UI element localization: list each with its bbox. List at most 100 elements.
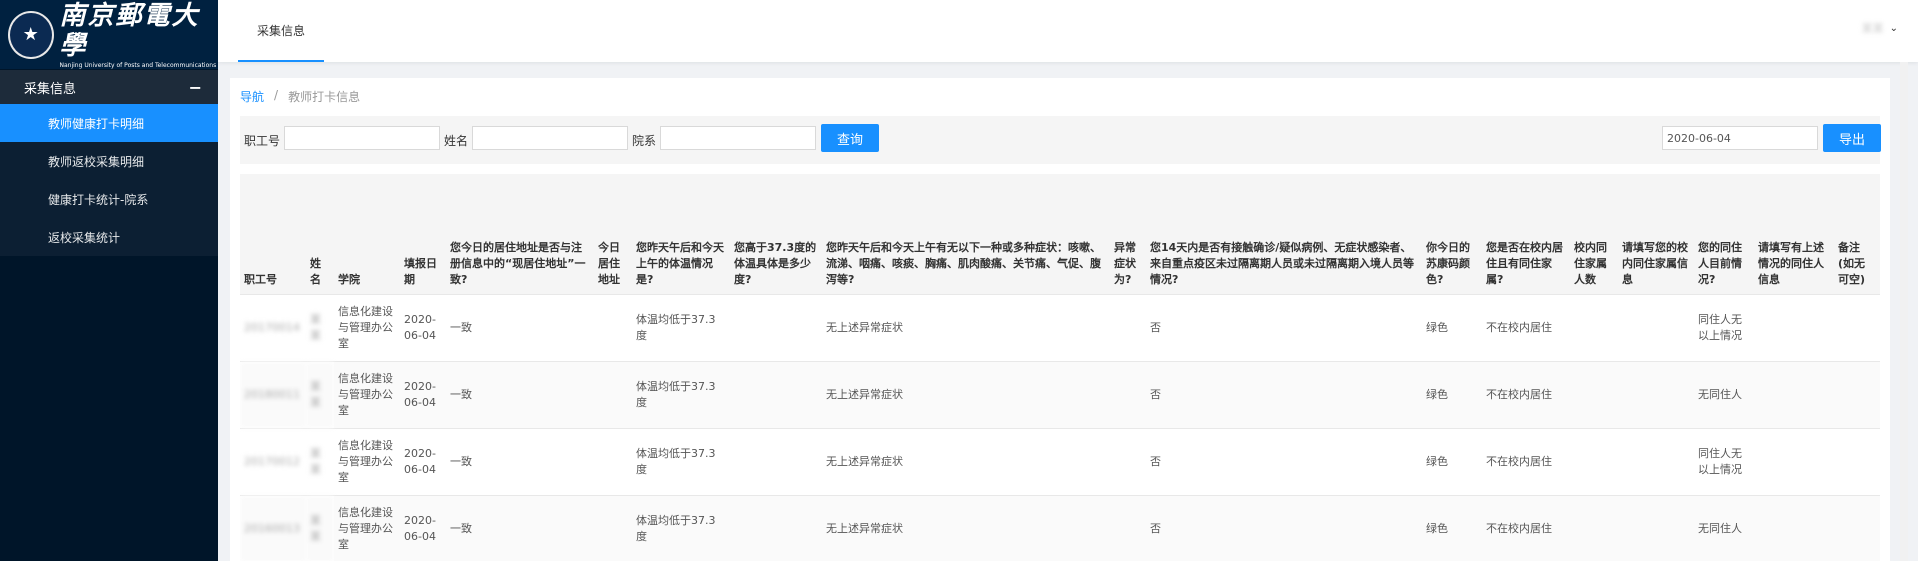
table-cell: 无上述异常症状 (822, 361, 1110, 429)
table-cell: 绿色 (1422, 495, 1482, 561)
column-header[interactable]: 您昨天午后和今天上午的体温情况是? (632, 174, 730, 295)
breadcrumb-home-link[interactable]: 导航 (240, 88, 264, 105)
table-cell: 绿色 (1422, 361, 1482, 429)
table-row[interactable]: 20170014 某某 信息化建设与管理办公室 2020-06-04 一致 体温均低于37… (240, 294, 1880, 362)
table-cell: 体温均低于37.3度 (632, 294, 730, 362)
sidebar-item-3[interactable]: 返校采集统计 (0, 218, 218, 256)
table-cell (594, 495, 632, 561)
table-cell: 某某 (306, 495, 334, 561)
table-cell: 2020-06-04 (400, 294, 446, 362)
column-header[interactable]: 学院 (334, 174, 400, 295)
table-cell (1834, 428, 1880, 496)
table-cell (730, 294, 822, 362)
main-content: 导航 / 教师打卡信息 职工号 姓名 院系 查询 导出 职工号姓名学院填报日期您… (230, 78, 1890, 561)
tab-collect-info[interactable]: 采集信息 (238, 0, 325, 62)
staff-id-input[interactable] (284, 126, 440, 150)
column-header[interactable]: 您今日的居住地址是否与注册信息中的“现居住地址”一致? (446, 174, 594, 295)
table-cell: 否 (1146, 428, 1422, 496)
column-header[interactable]: 您的同住人目前情况? (1694, 174, 1754, 295)
column-header[interactable]: 备注(如无可空) (1834, 174, 1880, 295)
sidebar-item-0[interactable]: 教师健康打卡明细 (0, 104, 218, 142)
table-cell (1834, 495, 1880, 561)
university-seal-icon: ★ (8, 10, 54, 59)
table-row[interactable]: 20170012 某某 信息化建设与管理办公室 2020-06-04 一致 体温均低于37… (240, 428, 1880, 496)
table-cell (1110, 361, 1146, 429)
table-cell: 2020-06-04 (400, 361, 446, 429)
table-cell (594, 428, 632, 496)
university-logo: ★ 南京郵電大學 Nanjing University of Posts and… (0, 0, 218, 69)
column-header[interactable]: 你今日的苏康码颜色? (1422, 174, 1482, 295)
collapse-icon[interactable]: − (189, 78, 202, 97)
breadcrumb: 导航 / 教师打卡信息 (240, 88, 360, 105)
menu-group-label: 采集信息 (24, 81, 77, 97)
column-header[interactable]: 校内同住家属人数 (1570, 174, 1618, 295)
column-header[interactable]: 异常症状为? (1110, 174, 1146, 295)
submenu: 教师健康打卡明细 教师返校采集明细 健康打卡统计-院系 返校采集统计 (0, 104, 218, 256)
table-cell: 体温均低于37.3度 (632, 428, 730, 496)
table-cell (1570, 495, 1618, 561)
dept-input[interactable] (660, 126, 816, 150)
table-cell: 信息化建设与管理办公室 (334, 361, 400, 429)
column-header[interactable]: 请填写您的校内同住家属信息 (1618, 174, 1694, 295)
data-table-container[interactable]: 职工号 姓名 学院 填报日期 您今日的居住地址是否与注册信息中的“现居住地址”一致? 今日… (240, 174, 1880, 561)
table-cell: 信息化建设与管理办公室 (334, 428, 400, 496)
table-cell: 不在校内居住 (1482, 428, 1570, 496)
column-header[interactable]: 填报日期 (400, 174, 446, 295)
table-cell (1618, 428, 1694, 496)
export-button[interactable]: 导出 (1823, 124, 1881, 152)
breadcrumb-current: 教师打卡信息 (288, 90, 361, 104)
top-header: 采集信息 某某 ⌄ (218, 0, 1918, 62)
column-header[interactable]: 姓名 (306, 174, 334, 295)
breadcrumb-separator: / (274, 88, 279, 102)
table-cell (730, 495, 822, 561)
table-cell: 某某 (306, 294, 334, 362)
table-cell (1754, 294, 1834, 362)
table-cell (1834, 294, 1880, 362)
sidebar-item-1[interactable]: 教师返校采集明细 (0, 142, 218, 180)
column-header[interactable]: 职工号 (240, 174, 306, 295)
table-cell: 不在校内居住 (1482, 294, 1570, 362)
search-bar: 职工号 姓名 院系 查询 导出 (240, 116, 1881, 164)
user-menu[interactable]: 某某 ⌄ (1862, 20, 1898, 36)
name-input[interactable] (472, 126, 628, 150)
table-cell: 20160013 (240, 495, 306, 561)
user-name[interactable]: 某某 (1862, 20, 1884, 36)
table-cell: 不在校内居住 (1482, 361, 1570, 429)
table-cell (1618, 294, 1694, 362)
column-header[interactable]: 今日居住地址 (594, 174, 632, 295)
chevron-down-icon[interactable]: ⌄ (1890, 23, 1898, 34)
table-cell (1834, 361, 1880, 429)
table-cell (730, 428, 822, 496)
date-input[interactable] (1662, 126, 1818, 150)
table-cell: 同住人无以上情况 (1694, 294, 1754, 362)
table-cell: 绿色 (1422, 294, 1482, 362)
table-cell: 一致 (446, 428, 594, 496)
table-cell: 20170014 (240, 294, 306, 362)
table-cell: 某某 (306, 428, 334, 496)
table-row[interactable]: 20180011 某某 信息化建设与管理办公室 2020-06-04 一致 体温均低于37… (240, 361, 1880, 429)
table-cell (594, 294, 632, 362)
table-cell: 2020-06-04 (400, 428, 446, 496)
sidebar-item-2[interactable]: 健康打卡统计-院系 (0, 180, 218, 218)
table-cell (730, 361, 822, 429)
table-cell: 20170012 (240, 428, 306, 496)
query-button[interactable]: 查询 (821, 124, 879, 152)
column-header[interactable]: 您昨天午后和今天上午有无以下一种或多种症状：咳嗽、流涕、咽痛、咳痰、胸痛、肌肉酸… (822, 174, 1110, 295)
table-cell (1754, 428, 1834, 496)
table-cell (594, 361, 632, 429)
table-body: 20170014 某某 信息化建设与管理办公室 2020-06-04 一致 体温均低于37… (240, 294, 1880, 561)
vertical-scrollbar[interactable] (1900, 62, 1908, 561)
table-cell: 否 (1146, 361, 1422, 429)
menu-group-collect-info[interactable]: 采集信息 − (0, 70, 218, 104)
table-cell: 信息化建设与管理办公室 (334, 294, 400, 362)
table-cell (1618, 495, 1694, 561)
data-table: 职工号 姓名 学院 填报日期 您今日的居住地址是否与注册信息中的“现居住地址”一致? 今日… (240, 174, 1880, 561)
column-header[interactable]: 请填写有上述情况的同住人信息 (1754, 174, 1834, 295)
table-cell (1570, 428, 1618, 496)
table-cell (1754, 495, 1834, 561)
column-header[interactable]: 您14天内是否有接触确诊/疑似病例、无症状感染者、来自重点疫区未过隔离期人员或未… (1146, 174, 1422, 295)
column-header[interactable]: 您是否在校内居住且有同住家属? (1482, 174, 1570, 295)
column-header[interactable]: 您高于37.3度的体温具体是多少度? (730, 174, 822, 295)
table-cell: 无上述异常症状 (822, 495, 1110, 561)
table-row[interactable]: 20160013 某某 信息化建设与管理办公室 2020-06-04 一致 体温均低于37… (240, 495, 1880, 561)
